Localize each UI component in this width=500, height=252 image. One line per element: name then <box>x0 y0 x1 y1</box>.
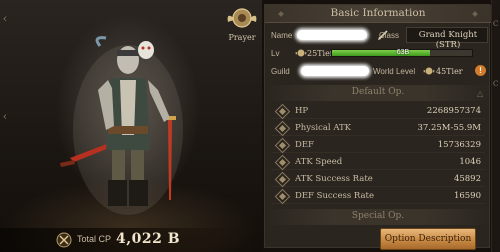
option-description-button[interactable]: Option Description <box>380 228 476 250</box>
default-op-header: Default Op. △ <box>265 85 491 101</box>
stat-value: 15736329 <box>437 140 481 150</box>
winged-badge-icon <box>295 49 307 57</box>
special-op-title: Special Op. <box>351 211 405 221</box>
character-model <box>60 36 183 215</box>
stat-name: ATK Success Rate <box>295 174 373 184</box>
stat-name: ATK Speed <box>295 157 343 167</box>
total-cp-bar: Total CP 4,022 B <box>0 228 262 252</box>
world-level-label: World Level <box>373 67 416 76</box>
lv-tier: 25Tier <box>307 49 334 58</box>
prayer-label: Prayer <box>228 33 256 42</box>
physical-atk-icon <box>274 120 291 137</box>
exp-text: 63B <box>396 49 410 56</box>
default-op-title: Default Op. <box>351 87 405 97</box>
def-success-rate-icon <box>274 188 291 205</box>
class-field: Grand Knight (STR) <box>406 27 488 50</box>
stat-value: 37.25M-55.9M <box>417 123 481 133</box>
winged-emblem-icon <box>227 8 257 28</box>
exp-bar: 63B <box>331 49 473 57</box>
stat-row-hp: HP 2268957374 <box>271 103 485 120</box>
character-stage: ‹ ‹ Prayer Total CP 4,022 B <box>0 0 262 252</box>
world-level-tier: 45Tier <box>436 67 463 76</box>
prayer-button[interactable]: Prayer <box>224 4 260 44</box>
info-icon[interactable]: ! <box>475 65 486 76</box>
atk-success-rate-icon <box>274 171 291 188</box>
stat-value: 45892 <box>453 174 481 184</box>
class-label: Class <box>379 31 400 40</box>
stat-name: HP <box>295 106 309 116</box>
stat-value: 2268957374 <box>426 106 481 116</box>
stat-row-atk-success-rate: ATK Success Rate 45892 <box>271 171 485 188</box>
left-arrow-icon[interactable]: ‹ <box>0 110 10 124</box>
redacted-guild <box>301 66 369 76</box>
collapse-icon[interactable]: △ <box>477 89 483 98</box>
stat-value: 1046 <box>459 157 481 167</box>
lv-label: Lv <box>271 49 280 58</box>
total-cp-label: Total CP <box>77 234 112 244</box>
stat-row-def-success-rate: DEF Success Rate 16590 <box>271 188 485 205</box>
atk-speed-icon <box>274 154 291 171</box>
stat-name: DEF <box>295 140 314 150</box>
stat-row-def: DEF 15736329 <box>271 137 485 154</box>
stat-row-atk-speed: ATK Speed 1046 <box>271 154 485 171</box>
stat-row-physical-atk: Physical ATK 37.25M-55.9M <box>271 120 485 137</box>
hp-icon <box>274 103 291 120</box>
crossed-swords-icon <box>56 232 72 248</box>
name-label: Name <box>271 31 293 40</box>
class-value: Grand Knight (STR) <box>418 30 478 50</box>
stat-name: DEF Success Rate <box>295 191 375 201</box>
redacted-name <box>297 30 367 40</box>
info-panel: Basic Information Name Class Grand Knigh… <box>264 4 491 248</box>
total-cp-value: 4,022 B <box>116 231 181 247</box>
stat-value: 16590 <box>453 191 481 201</box>
option-description-label: Option Description <box>384 234 472 244</box>
basic-info-header: Basic Information <box>265 5 491 23</box>
winged-badge-icon <box>423 67 435 75</box>
basic-info-title: Basic Information <box>330 7 426 19</box>
strip-tab-icon[interactable]: C <box>493 20 500 28</box>
def-icon <box>274 137 291 154</box>
special-op-header: Special Op. <box>265 209 491 225</box>
guild-label: Guild <box>271 67 290 76</box>
side-strip: C C <box>491 0 500 252</box>
strip-tab-icon[interactable]: C <box>493 80 500 88</box>
stat-name: Physical ATK <box>295 123 352 133</box>
left-arrow-icon[interactable]: ‹ <box>0 12 10 26</box>
